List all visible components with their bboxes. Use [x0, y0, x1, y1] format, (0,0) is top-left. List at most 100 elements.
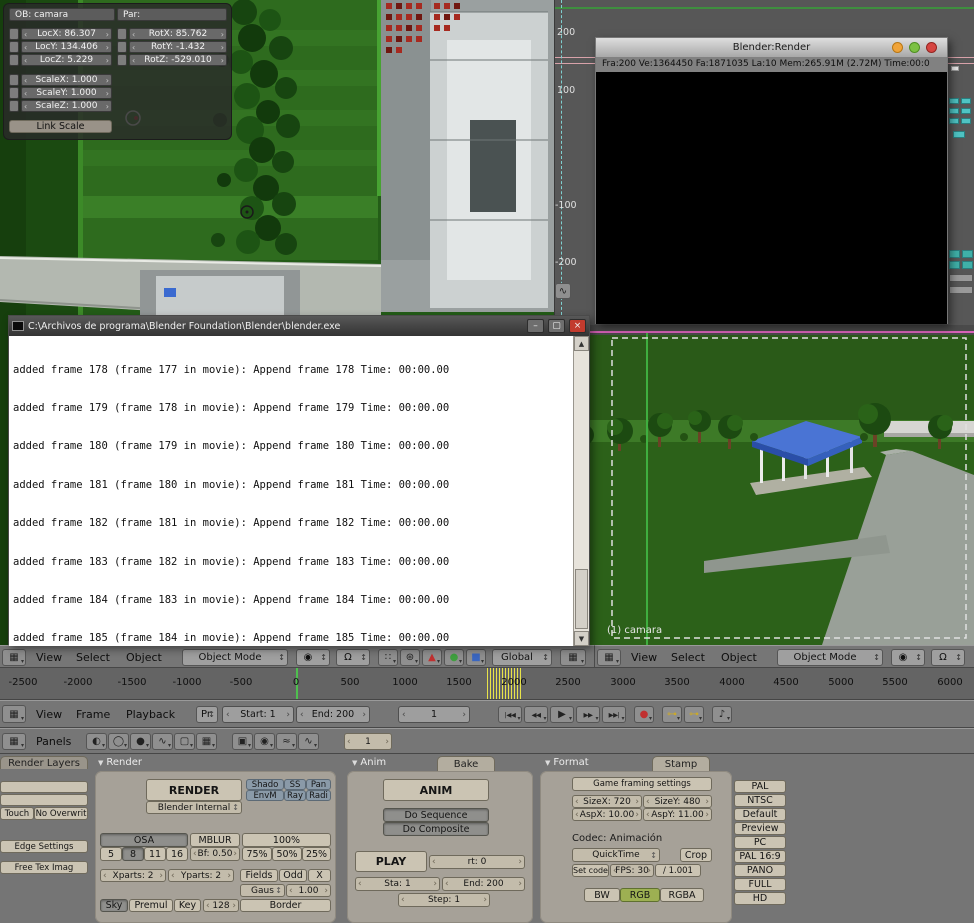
editor-type-button[interactable]: ▦ [597, 649, 621, 666]
manipulator-combo-icon[interactable]: ∷ [378, 649, 398, 666]
lock-icon[interactable] [9, 74, 19, 86]
frame-number-field[interactable]: 1 [344, 733, 392, 750]
scroll-down-button[interactable]: ▼ [574, 631, 589, 646]
lock-icon[interactable] [9, 28, 19, 40]
editor-type-button[interactable]: ▦ [2, 733, 26, 750]
shadow-toggle[interactable]: Shado [246, 779, 284, 790]
mode-dropdown[interactable]: Object Mode [182, 649, 288, 666]
odd-toggle[interactable]: Odd [279, 869, 307, 882]
lock-icon[interactable] [9, 41, 19, 53]
context-script-icon[interactable]: ◯ [108, 733, 129, 750]
draw-type-dropdown[interactable]: ◉ [296, 649, 330, 666]
do-sequence-toggle[interactable]: Do Sequence [383, 808, 489, 822]
keying-set-icon[interactable]: ⊶ [684, 706, 704, 723]
aspx-field[interactable]: AspX: 10.00 [572, 808, 642, 821]
object-name-field[interactable]: OB: camara [9, 8, 115, 21]
end-frame-field[interactable]: End: 200 [296, 706, 370, 723]
game-framing-button[interactable]: Game framing settings [572, 777, 712, 791]
premul-toggle[interactable]: Premul [129, 899, 173, 912]
touch-button[interactable]: Touch [0, 807, 34, 820]
play-button[interactable]: ▶ [550, 706, 574, 723]
preset-preview-button[interactable]: Preview [734, 822, 786, 835]
menu-playback[interactable]: Playback [126, 708, 175, 721]
menu-select[interactable]: Select [671, 651, 705, 664]
render-button[interactable]: RENDER [146, 779, 242, 801]
ipo-window-icon[interactable]: ∿ [555, 283, 571, 299]
context-scene-icon[interactable]: ▦ [196, 733, 217, 750]
next-keyframe-button[interactable]: ▶▶ [576, 706, 600, 723]
start-frame-field[interactable]: Start: 1 [222, 706, 294, 723]
manipulator-scale-icon[interactable]: ■ [466, 649, 486, 666]
ipo-channel-swatch[interactable] [949, 274, 973, 282]
layers-icon[interactable]: ▦ [560, 649, 586, 666]
osa-5-button[interactable]: 5 [100, 847, 122, 861]
yparts-field[interactable]: Yparts: 2 [168, 869, 234, 882]
console-close-button[interactable]: × [569, 319, 586, 333]
subcontext-sequencer-icon[interactable]: ∿ [298, 733, 319, 750]
scaley-field[interactable]: ScaleY: 1.000 [21, 87, 112, 99]
ssao-toggle[interactable]: SS [284, 779, 306, 790]
manipulator-rotate-icon[interactable]: ● [444, 649, 464, 666]
preset-hd-button[interactable]: HD [734, 892, 786, 905]
lock-icon[interactable] [9, 54, 19, 66]
timeline-ruler[interactable]: -2500 -2000 -1500 -1000 -500 0 500 1000 … [0, 668, 974, 700]
context-editing-icon[interactable]: ▢ [174, 733, 195, 750]
window-maximize-button[interactable] [909, 42, 920, 53]
size-100-button[interactable]: 100% [242, 833, 331, 847]
lock-icon[interactable] [117, 41, 127, 53]
filter-dropdown[interactable]: Gaus [240, 884, 285, 897]
radio-toggle[interactable]: Radi [306, 790, 331, 801]
anim-start-field[interactable]: Sta: 1 [355, 877, 440, 891]
menu-view[interactable]: View [36, 651, 62, 664]
blur-factor-field[interactable]: Bf: 0.50 [190, 847, 240, 861]
render-engine-dropdown[interactable]: Blender Internal [146, 801, 242, 814]
backbuf-field[interactable] [0, 794, 88, 806]
prev-keyframe-button[interactable]: ◀◀ [524, 706, 548, 723]
menu-view[interactable]: View [631, 651, 657, 664]
tab-render-layers[interactable]: Render Layers [0, 756, 88, 769]
scroll-track[interactable] [574, 351, 589, 631]
edge-settings-button[interactable]: Edge Settings [0, 840, 88, 853]
step-field[interactable]: Step: 1 [398, 893, 490, 907]
ipo-channel-swatch[interactable] [961, 98, 971, 104]
subcontext-anim-icon[interactable]: ◉ [254, 733, 275, 750]
menu-panels[interactable]: Panels [36, 735, 71, 748]
manipulator-hand-icon[interactable]: ⊛ [400, 649, 420, 666]
tab-bake[interactable]: Bake [437, 756, 495, 771]
lock-icon[interactable] [9, 100, 19, 112]
aspy-field[interactable]: AspY: 11.00 [643, 808, 712, 821]
jump-to-end-button[interactable]: ▶▶| [602, 706, 626, 723]
auto-key-icon[interactable]: ⊶ [662, 706, 682, 723]
console-titlebar[interactable]: C:\Archivos de programa\Blender Foundati… [9, 316, 589, 336]
ipo-channel-swatch[interactable] [949, 250, 960, 258]
console-scrollbar[interactable]: ▲ ▼ [573, 336, 589, 646]
fps-field[interactable]: FPS: 30 [610, 864, 654, 877]
locx-field[interactable]: LocX: 86.307 [21, 28, 112, 40]
ipo-channel-swatch[interactable] [949, 108, 959, 114]
lock-icon[interactable] [117, 28, 127, 40]
ipo-channel-swatch[interactable] [951, 66, 959, 71]
menu-frame[interactable]: Frame [76, 708, 110, 721]
scalez-field[interactable]: ScaleZ: 1.000 [21, 100, 112, 112]
menu-object[interactable]: Object [126, 651, 162, 664]
size-50-button[interactable]: 50% [272, 847, 302, 861]
roty-field[interactable]: RotY: -1.432 [129, 41, 227, 53]
bw-toggle[interactable]: BW [584, 888, 620, 902]
envmap-toggle[interactable]: EnvM [246, 790, 284, 801]
xparts-field[interactable]: Xparts: 2 [100, 869, 166, 882]
fps-base-toggle[interactable]: / 1.001 [655, 864, 701, 877]
output-path-field[interactable] [0, 781, 88, 793]
pivot-dropdown[interactable]: Ω [336, 649, 370, 666]
viewport-3d-camera[interactable]: (1) camara [554, 325, 974, 645]
octree-field[interactable]: 128 [203, 899, 239, 912]
current-frame-field[interactable]: 1 [398, 706, 470, 723]
console-minimize-button[interactable]: – [527, 319, 544, 333]
record-button[interactable]: ● [634, 706, 654, 723]
osa-16-button[interactable]: 16 [166, 847, 188, 861]
subcontext-sound-icon[interactable]: ≈ [276, 733, 297, 750]
editor-type-button[interactable]: ▦ [2, 649, 26, 666]
sizey-field[interactable]: SizeY: 480 [643, 795, 712, 808]
lock-icon[interactable] [117, 54, 127, 66]
tab-stamp[interactable]: Stamp [652, 756, 710, 771]
preset-pc-button[interactable]: PC [734, 836, 786, 849]
